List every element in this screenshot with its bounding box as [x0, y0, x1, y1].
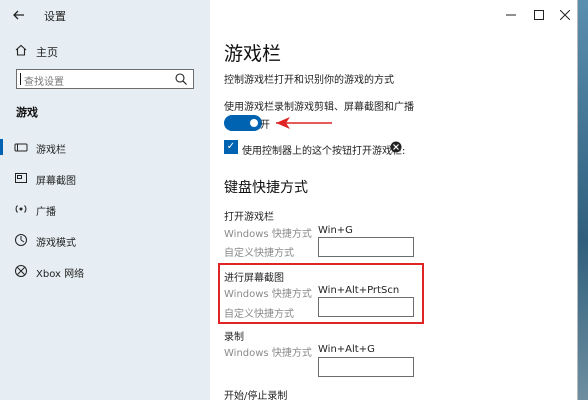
search-placeholder: 查找设置 [24, 77, 64, 88]
game-mode-icon [15, 234, 27, 246]
shortcut-group-title: 开始/停止录制 [224, 391, 288, 400]
gamebar-icon [14, 143, 28, 152]
selected-indicator [0, 139, 3, 155]
windows-shortcut-value: Win+G [318, 225, 353, 236]
page-title: 游戏栏 [224, 43, 282, 65]
sidebar-item-label: 屏幕截图 [36, 176, 76, 187]
shortcut-group-title: 打开游戏栏 [224, 212, 274, 223]
home-icon [15, 44, 27, 56]
text-caret [20, 73, 21, 85]
toggle-knob [250, 119, 258, 127]
shortcut-group-title: 录制 [224, 332, 244, 343]
sidebar-item-label: Xbox 网络 [36, 269, 85, 280]
close-button[interactable] [554, 5, 576, 25]
minimize-icon [506, 14, 516, 16]
sidebar-item-xbox-network[interactable]: Xbox 网络 [0, 258, 210, 284]
main-content: 游戏栏 控制游戏栏打开和识别你的游戏的方式 使用游戏栏录制游戏剪辑、屏幕截图和广… [210, 30, 578, 400]
sidebar-item-game-mode[interactable]: 游戏模式 [0, 227, 210, 253]
sidebar-item-label: 游戏模式 [36, 238, 76, 249]
sidebar-item-screenshot[interactable]: 屏幕截图 [0, 165, 210, 191]
xbox-icon [15, 265, 27, 277]
keyboard-shortcuts-title: 键盘快捷方式 [224, 180, 308, 196]
sidebar-home[interactable]: 主页 [0, 40, 210, 62]
search-icon[interactable] [174, 72, 188, 86]
record-toggle[interactable] [224, 115, 262, 131]
windows-shortcut-label: Windows 快捷方式 [224, 229, 312, 240]
maximize-button[interactable] [528, 5, 550, 25]
search-input[interactable]: 查找设置 [16, 69, 194, 89]
sidebar-item-label: 游戏栏 [36, 145, 66, 156]
minimize-button[interactable] [500, 5, 522, 25]
screenshot-icon [15, 173, 27, 183]
record-setting-label: 使用游戏栏录制游戏剪辑、屏幕截图和广播 [224, 102, 414, 113]
custom-shortcut-input[interactable] [318, 357, 414, 377]
page-description: 控制游戏栏打开和识别你的游戏的方式 [224, 75, 394, 86]
sidebar-item-gamebar[interactable]: 游戏栏 [0, 134, 210, 160]
annotation-highlight-box [218, 263, 424, 324]
broadcast-icon [15, 205, 27, 213]
title-bar: 设置 [0, 0, 578, 30]
toggle-state-label: 开 [260, 120, 270, 131]
sidebar-item-broadcast[interactable]: 广播 [0, 196, 210, 222]
desktop-background [578, 0, 588, 400]
custom-shortcut-label: 自定义快捷方式 [224, 248, 294, 259]
windows-shortcut-value: Win+Alt+G [318, 344, 375, 355]
checkbox-label: 使用控制器上的这个按钮打开游戏栏: [242, 146, 406, 157]
close-icon [559, 9, 571, 21]
back-button[interactable] [8, 5, 30, 25]
annotation-arrow-icon [276, 117, 332, 129]
home-label: 主页 [36, 46, 58, 59]
controller-checkbox-row[interactable]: ✓ 使用控制器上的这个按钮打开游戏栏: [224, 140, 524, 157]
windows-shortcut-label: Windows 快捷方式 [224, 348, 312, 359]
back-arrow-icon [13, 10, 24, 20]
xbox-button-icon [390, 141, 402, 153]
maximize-icon [534, 10, 544, 20]
controller-checkbox[interactable]: ✓ [224, 140, 238, 154]
custom-shortcut-input[interactable] [318, 237, 414, 257]
window-title: 设置 [44, 10, 66, 23]
sidebar-section-title: 游戏 [16, 106, 38, 119]
sidebar-item-label: 广播 [36, 207, 56, 218]
settings-window: 设置 主页 查找设置 游戏 游戏栏 屏幕截图 广播 游戏模式 Xbox 网络 游… [0, 0, 578, 400]
